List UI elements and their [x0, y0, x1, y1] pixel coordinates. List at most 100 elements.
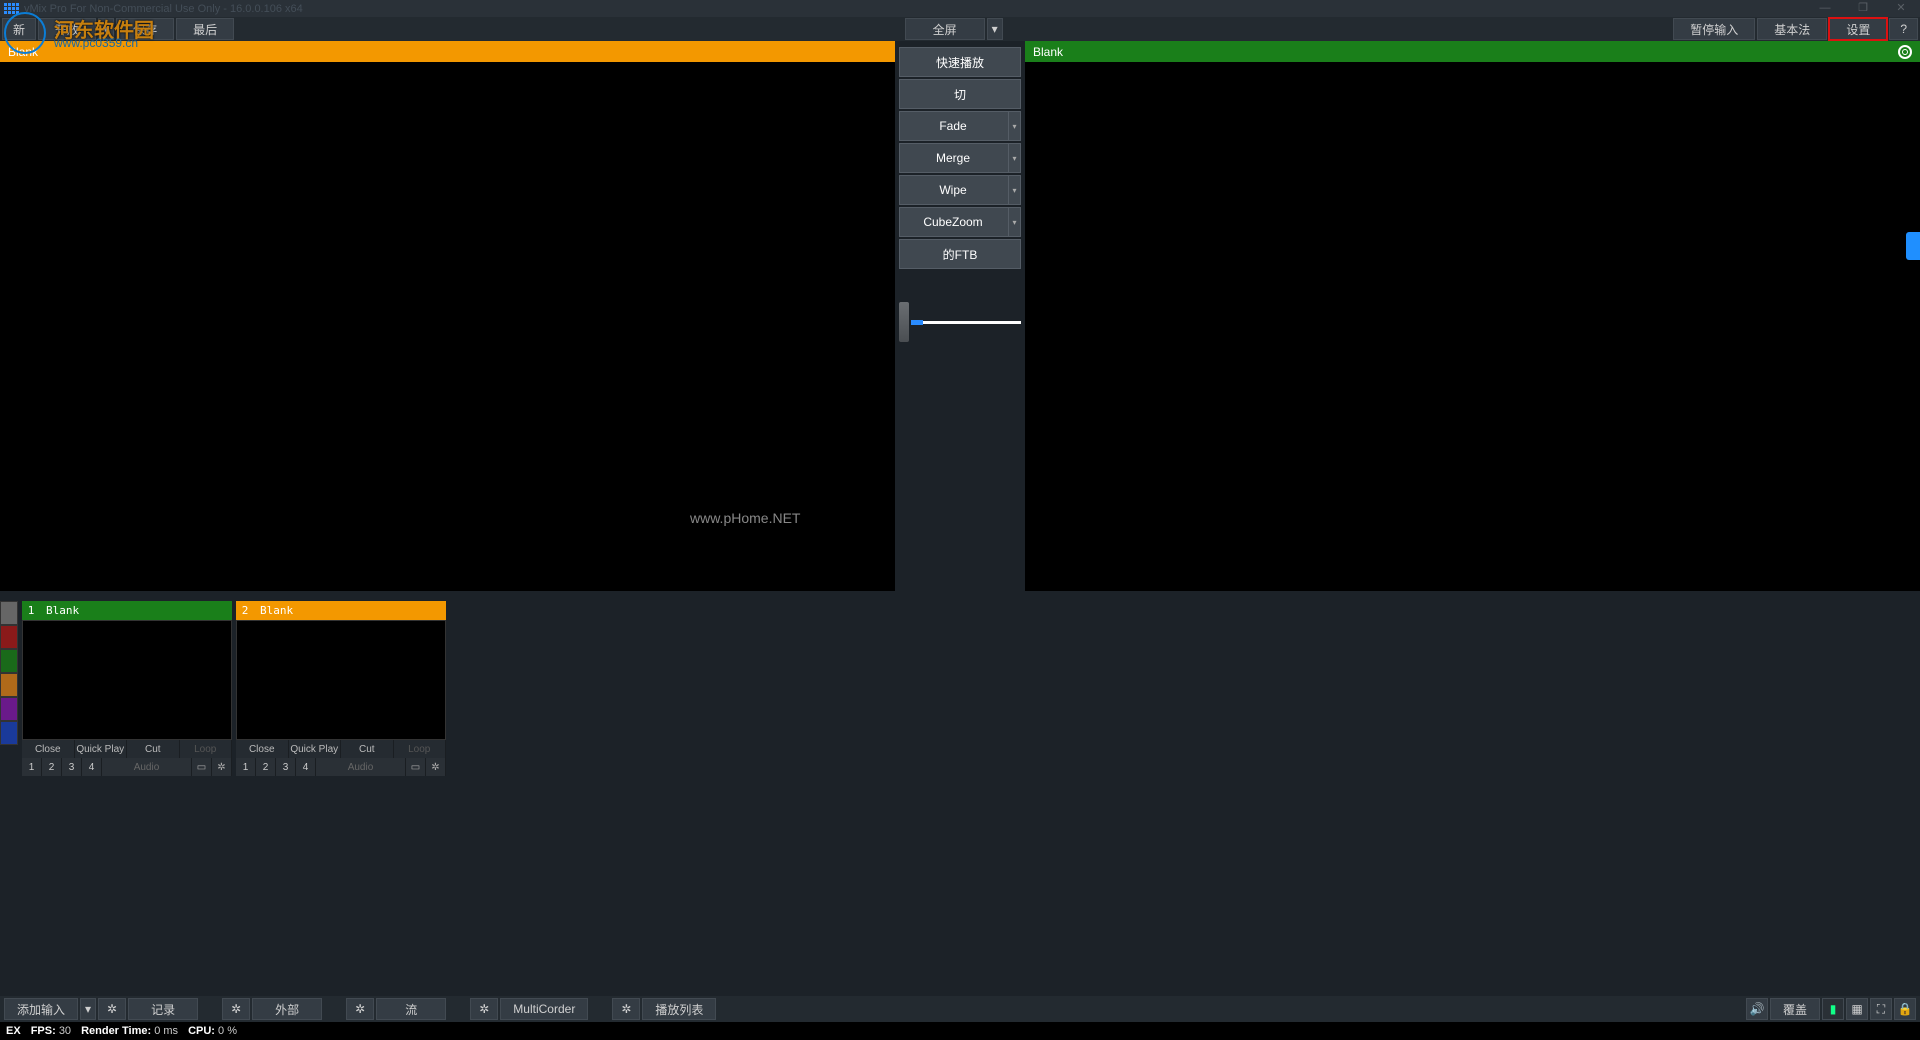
preview-title: Blank: [8, 45, 38, 59]
close-button[interactable]: ✕: [1882, 0, 1920, 17]
status-render-time: 0 ms: [154, 1025, 178, 1037]
app-icon: [4, 3, 18, 15]
input-tile-1: 1 Blank Close Quick Play Cut Loop 1 2 3 …: [22, 601, 232, 801]
overlay-1[interactable]: 1: [22, 758, 42, 776]
gear-icon[interactable]: [1898, 45, 1912, 59]
gear-icon[interactable]: ✲: [426, 758, 446, 776]
new-button[interactable]: 新: [2, 18, 36, 40]
cut-button[interactable]: Cut: [341, 740, 394, 758]
cat-purple[interactable]: [0, 697, 18, 721]
loop-button[interactable]: Loop: [180, 740, 233, 758]
window-title: vMix Pro For Non-Commercial Use Only - 1…: [24, 3, 303, 15]
chevron-down-icon[interactable]: ▾: [1008, 208, 1020, 236]
chevron-down-icon[interactable]: ▾: [1008, 112, 1020, 140]
multicorder-button[interactable]: MultiCorder: [500, 998, 588, 1020]
input-label: Blank: [254, 604, 293, 617]
record-button[interactable]: 记录: [128, 998, 198, 1020]
audio-icon[interactable]: 🔊: [1746, 998, 1768, 1020]
fullscreen-button[interactable]: 全屏: [905, 18, 985, 40]
quickplay-button[interactable]: 快速播放: [899, 47, 1021, 77]
help-button[interactable]: ?: [1889, 18, 1918, 40]
quickplay-button[interactable]: Quick Play: [75, 740, 128, 758]
open-button[interactable]: 开放: [38, 18, 96, 40]
titlebar: vMix Pro For Non-Commercial Use Only - 1…: [0, 0, 1920, 17]
overlay-2[interactable]: 2: [42, 758, 62, 776]
monitor-icon[interactable]: ▭: [406, 758, 426, 776]
input-preview[interactable]: [22, 620, 232, 740]
gear-icon[interactable]: ✲: [470, 998, 498, 1020]
t-bar-handle[interactable]: [899, 302, 909, 342]
add-input-dropdown[interactable]: ▾: [80, 998, 96, 1020]
cat-red[interactable]: [0, 625, 18, 649]
fullscreen-dropdown[interactable]: ▾: [987, 18, 1003, 40]
input-header[interactable]: 1 Blank: [22, 601, 232, 620]
close-button[interactable]: Close: [22, 740, 75, 758]
minimize-button[interactable]: —: [1806, 0, 1844, 17]
merge-button[interactable]: Merge▾: [899, 143, 1021, 173]
expand-icon[interactable]: ⛶: [1870, 998, 1892, 1020]
input-number: 2: [236, 604, 254, 617]
gear-icon[interactable]: ✲: [212, 758, 232, 776]
cat-all[interactable]: [0, 601, 18, 625]
output-header: Blank: [1025, 41, 1920, 62]
overlay-4[interactable]: 4: [296, 758, 316, 776]
cubezoom-button[interactable]: CubeZoom▾: [899, 207, 1021, 237]
loop-button[interactable]: Loop: [394, 740, 447, 758]
audio-button[interactable]: Audio: [102, 758, 192, 776]
playlist-button[interactable]: 播放列表: [642, 998, 716, 1020]
overlay-button[interactable]: 覆盖: [1770, 998, 1820, 1020]
quickplay-button[interactable]: Quick Play: [289, 740, 342, 758]
overlay-3[interactable]: 3: [276, 758, 296, 776]
output-display[interactable]: [1025, 62, 1920, 591]
lock-icon[interactable]: 🔒: [1894, 998, 1916, 1020]
gear-icon[interactable]: ✲: [346, 998, 374, 1020]
cat-green[interactable]: [0, 649, 18, 673]
watermark-center: www.pHome.NET: [690, 510, 800, 526]
open-dropdown[interactable]: ▾: [98, 18, 114, 40]
pause-input-button[interactable]: 暂停输入: [1673, 18, 1755, 40]
close-button[interactable]: Close: [236, 740, 289, 758]
maximize-button[interactable]: ❐: [1844, 0, 1882, 17]
input-preview[interactable]: [236, 620, 446, 740]
main-area: Blank 快速播放 切 Fade▾ Merge▾ Wipe▾ CubeZoom…: [0, 41, 1920, 591]
t-bar-slider[interactable]: [899, 301, 1021, 343]
save-button[interactable]: 保存: [116, 18, 174, 40]
input-header[interactable]: 2 Blank: [236, 601, 446, 620]
chevron-down-icon[interactable]: ▾: [1008, 176, 1020, 204]
cat-blue[interactable]: [0, 721, 18, 745]
overlay-3[interactable]: 3: [62, 758, 82, 776]
top-toolbar: 新 开放 ▾ 保存 最后 全屏 ▾ 暂停输入 基本法 设置 ?: [0, 17, 1920, 41]
input-number: 1: [22, 604, 40, 617]
status-ex: EX: [6, 1025, 21, 1037]
gear-icon[interactable]: ✲: [222, 998, 250, 1020]
settings-button[interactable]: 设置: [1829, 18, 1887, 40]
category-strip: [0, 601, 18, 801]
multiview-icon[interactable]: ▦: [1846, 998, 1868, 1020]
bottom-toolbar: 添加输入 ▾ ✲ 记录 ✲ 外部 ✲ 流 ✲ MultiCorder ✲ 播放列…: [0, 996, 1920, 1022]
transition-panel: 快速播放 切 Fade▾ Merge▾ Wipe▾ CubeZoom▾ 的FTB: [895, 41, 1025, 591]
overlay-4[interactable]: 4: [82, 758, 102, 776]
monitor-icon[interactable]: ▭: [192, 758, 212, 776]
stream-button[interactable]: 流: [376, 998, 446, 1020]
cut-button[interactable]: 切: [899, 79, 1021, 109]
external-button[interactable]: 外部: [252, 998, 322, 1020]
gear-icon[interactable]: ✲: [98, 998, 126, 1020]
ftb-button[interactable]: 的FTB: [899, 239, 1021, 269]
chevron-down-icon[interactable]: ▾: [1008, 144, 1020, 172]
fade-button[interactable]: Fade▾: [899, 111, 1021, 141]
side-tab[interactable]: [1906, 232, 1920, 260]
cut-button[interactable]: Cut: [127, 740, 180, 758]
wipe-button[interactable]: Wipe▾: [899, 175, 1021, 205]
overlay-2[interactable]: 2: [256, 758, 276, 776]
overlay-1[interactable]: 1: [236, 758, 256, 776]
preview-pane: Blank: [0, 41, 895, 591]
basic-button[interactable]: 基本法: [1757, 18, 1827, 40]
add-input-button[interactable]: 添加输入: [4, 998, 78, 1020]
last-button[interactable]: 最后: [176, 18, 234, 40]
cat-orange[interactable]: [0, 673, 18, 697]
meter-icon[interactable]: ▮: [1822, 998, 1844, 1020]
gear-icon[interactable]: ✲: [612, 998, 640, 1020]
input-tile-2: 2 Blank Close Quick Play Cut Loop 1 2 3 …: [236, 601, 446, 801]
audio-button[interactable]: Audio: [316, 758, 406, 776]
input-label: Blank: [40, 604, 79, 617]
